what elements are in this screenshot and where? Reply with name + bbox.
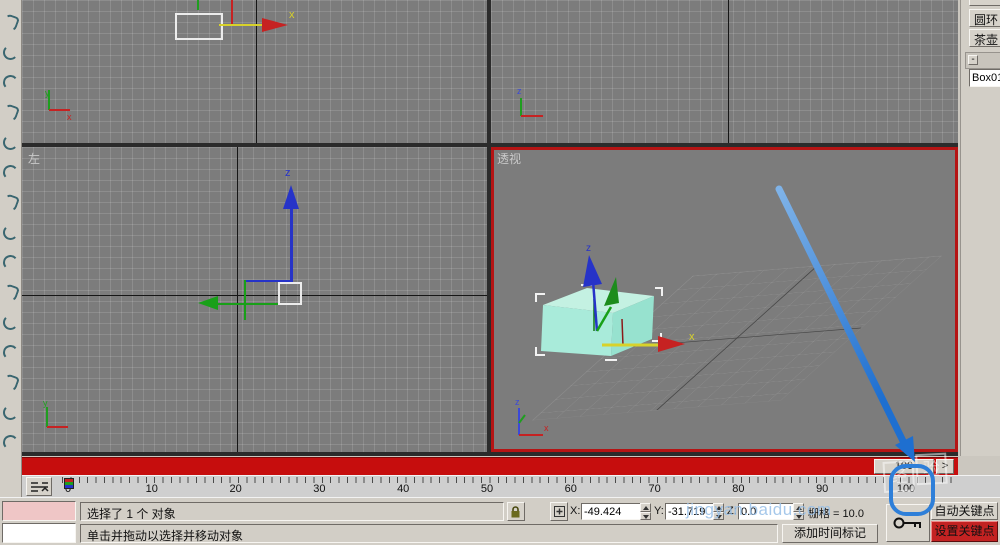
world-axis-line	[256, 0, 257, 143]
status-bar: 选择了 1 个 对象 X: Y: Z: 栅格 = 10.0 单击并拖动以选择并移…	[0, 497, 1000, 545]
object-name-field[interactable]	[969, 69, 1000, 87]
absolute-mode-button[interactable]	[550, 502, 568, 521]
gizmo-z-stem[interactable]	[290, 207, 293, 282]
viewport-perspective[interactable]: 透视 z x z x	[491, 147, 958, 452]
frame-tick-label: 20	[229, 483, 242, 495]
svg-text:y: y	[45, 88, 50, 98]
x-coordinate-field[interactable]	[581, 503, 644, 520]
key-icon	[893, 517, 921, 529]
reactor-tool-icon[interactable]	[0, 372, 21, 393]
reactor-tool-icon[interactable]	[2, 74, 19, 91]
viewport-axis-tripod: z	[517, 86, 543, 117]
viewport-axis-tripod: y	[43, 399, 68, 428]
y-coordinate-label: Y:	[654, 505, 664, 517]
frame-tick-label: 90	[816, 483, 829, 495]
maxscript-mini-listener-white[interactable]	[2, 523, 76, 543]
frame-tick-label: 10	[145, 483, 158, 495]
viewport-axis-tripod: z x	[515, 397, 549, 436]
gizmo-plane-handle[interactable]	[244, 280, 290, 282]
viewport-front[interactable]: z	[491, 0, 958, 143]
selection-status: 选择了 1 个 对象	[80, 502, 504, 521]
svg-text:y: y	[43, 399, 48, 408]
gizmo-trail-red	[621, 318, 624, 347]
gizmo-axis-line[interactable]	[231, 0, 233, 26]
time-slider-track[interactable]: 100 >	[22, 457, 958, 475]
object-type-button-torus[interactable]: 圆环	[969, 9, 1000, 27]
reactor-tool-icon[interactable]	[2, 164, 19, 181]
viewport-area: x y x z 左 z y 透视 z x z x	[22, 0, 958, 456]
frame-tick-label: 60	[564, 483, 577, 495]
track-bar[interactable]: 0 10 20 30 40 50 60 70 80 90 100	[22, 475, 1000, 498]
frame-tick-label: 80	[732, 483, 745, 495]
world-axis-line	[237, 147, 238, 452]
maxscript-mini-listener-pink[interactable]	[2, 501, 76, 521]
box-front-face[interactable]	[541, 305, 613, 356]
x-spinner[interactable]	[640, 503, 651, 520]
reactor-tool-icon[interactable]	[0, 102, 21, 123]
add-time-tag-button[interactable]: 添加时间标记	[782, 524, 878, 543]
auto-key-button[interactable]: 自动关键点	[931, 502, 998, 520]
svg-text:z: z	[515, 397, 520, 407]
gizmo-y-stem[interactable]	[216, 303, 278, 305]
lock-icon	[511, 506, 520, 518]
reactor-tool-icon[interactable]	[0, 192, 21, 213]
selection-lock-button[interactable]	[507, 502, 525, 521]
gizmo-x-arrowhead[interactable]	[262, 18, 288, 32]
svg-text:x: x	[67, 112, 72, 122]
prompt-line: 单击并拖动以选择并移动对象	[80, 524, 778, 543]
watermark-text: jingyan.baidu.com	[686, 500, 832, 519]
reactor-tool-icon[interactable]	[2, 434, 19, 451]
world-axis-line	[22, 295, 487, 296]
x-coordinate-label: X:	[570, 505, 581, 517]
reactor-tool-icon[interactable]	[3, 405, 18, 420]
svg-text:z: z	[517, 86, 522, 96]
open-mini-curve-editor-button[interactable]	[26, 477, 52, 496]
curve-editor-icon	[31, 482, 49, 492]
gizmo-z-arrowhead[interactable]	[283, 185, 299, 209]
rollout-collapse-icon[interactable]: -	[968, 55, 978, 65]
viewport-top[interactable]: x y x	[22, 0, 487, 143]
set-key-button[interactable]: 设置关键点	[931, 521, 998, 542]
gizmo-x-label: x	[289, 9, 295, 21]
keyframe-marker[interactable]	[64, 478, 74, 489]
world-axis-line	[728, 0, 729, 143]
rollout-header[interactable]: -	[965, 52, 1000, 69]
viewport-left[interactable]: 左 z y	[22, 147, 487, 452]
3dsmax-window: x y x z 左 z y 透视 z x z x 圆环 茶壶 - Box01 1…	[0, 0, 1000, 545]
reactor-tool-icon[interactable]	[3, 135, 18, 150]
reactor-tool-icon[interactable]	[0, 12, 21, 33]
left-toolbar	[0, 0, 22, 497]
reactor-tool-icon[interactable]	[2, 254, 19, 271]
gizmo-z-arrowhead[interactable]	[583, 255, 602, 287]
svg-text:x: x	[544, 423, 549, 433]
gizmo-x-label: x	[689, 331, 695, 343]
perspective-scene: z x	[535, 243, 695, 361]
viewport-axis-tripod: y x	[45, 88, 72, 122]
reactor-tool-icon[interactable]	[0, 282, 21, 303]
frame-tick-label: 30	[313, 483, 326, 495]
gizmo-plane-handle[interactable]	[244, 280, 246, 320]
reactor-tool-icon[interactable]	[2, 344, 19, 361]
absolute-mode-icon	[554, 506, 565, 517]
viewport-label[interactable]: 左	[28, 150, 40, 167]
viewport-label[interactable]: 透视	[497, 150, 521, 167]
reactor-tool-icon[interactable]	[3, 225, 18, 240]
gizmo-y-arrowhead[interactable]	[198, 296, 218, 310]
gizmo-y-axis[interactable]	[197, 0, 199, 10]
set-keys-button[interactable]	[886, 504, 930, 542]
reactor-tool-icon[interactable]	[3, 45, 18, 60]
reactor-tool-icon[interactable]	[3, 315, 18, 330]
object-type-button-teapot[interactable]: 茶壶	[969, 29, 1000, 47]
gizmo-z-label: z	[586, 243, 591, 254]
gizmo-z-label: z	[285, 167, 291, 179]
frame-tick-label: 70	[648, 483, 661, 495]
gizmo-x-arrowhead[interactable]	[658, 336, 685, 352]
object-type-button[interactable]	[969, 0, 1000, 6]
frame-tick-label: 40	[397, 483, 410, 495]
selected-box-wireframe[interactable]	[175, 13, 223, 40]
frame-tick-label: 50	[480, 483, 494, 495]
command-panel: 圆环 茶壶 -	[960, 0, 1000, 456]
selected-box-wireframe[interactable]	[278, 282, 302, 305]
